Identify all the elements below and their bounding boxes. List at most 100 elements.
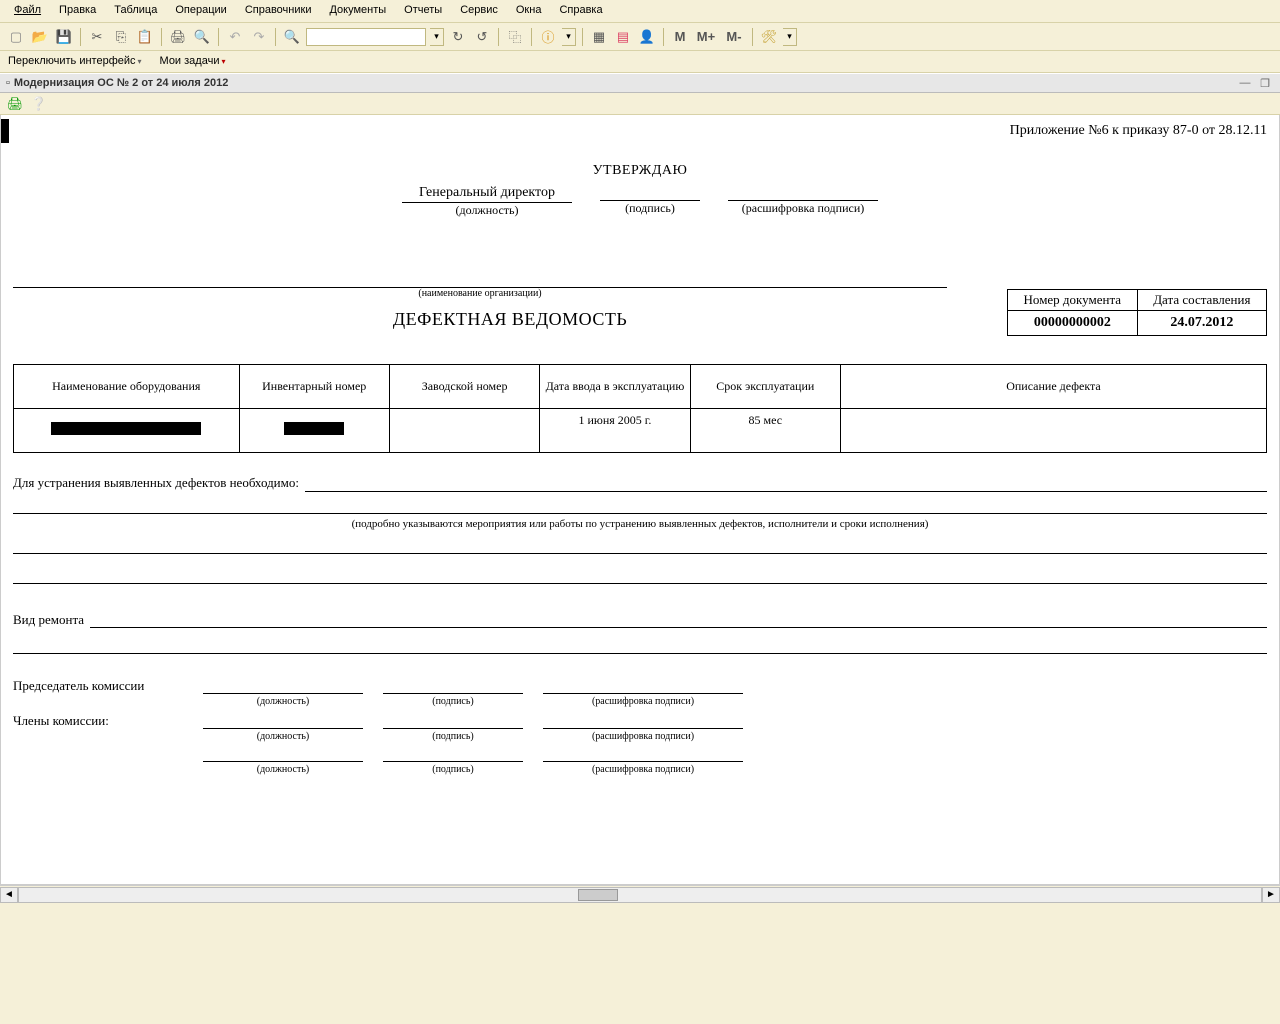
preview-icon[interactable]: 🔍 <box>192 27 212 47</box>
search-dropdown[interactable]: ▾ <box>430 28 444 46</box>
repair-fill-2 <box>13 638 1267 654</box>
th-term: Срок эксплуатации <box>690 365 840 409</box>
menu-refs[interactable]: Справочники <box>241 2 316 18</box>
cell-commiss: 1 июня 2005 г. <box>540 409 690 453</box>
member2-pos-caption: (должность) <box>203 764 363 775</box>
refresh-all-icon[interactable]: ↺ <box>472 27 492 47</box>
paste-icon[interactable]: 📋 <box>135 27 155 47</box>
member1-name-caption: (расшифровка подписи) <box>543 731 743 742</box>
signature-caption: (подпись) <box>625 201 675 216</box>
elim-fill-1 <box>305 478 1267 492</box>
repair-label: Вид ремонта <box>13 612 84 628</box>
scroll-left-icon[interactable]: ◄ <box>0 887 18 903</box>
th-commiss: Дата ввода в эксплуатацию <box>540 365 690 409</box>
restore-button[interactable]: ❐ <box>1256 77 1274 90</box>
mem-m[interactable]: M <box>670 27 690 47</box>
new-icon[interactable]: ▢ <box>6 27 26 47</box>
member2-name-slot <box>543 748 743 762</box>
sub-toolbar: Переключить интерфейс▾ Мои задачи▾ <box>0 51 1280 73</box>
menu-help[interactable]: Справка <box>555 2 606 18</box>
cell-name <box>14 409 240 453</box>
elim-fill-3 <box>13 538 1267 554</box>
redacted-inv <box>284 422 344 435</box>
undo-icon[interactable]: ↶ <box>225 27 245 47</box>
info-icon[interactable]: ⓘ <box>538 27 558 47</box>
th-defect: Описание дефекта <box>840 365 1266 409</box>
chairman-name-slot <box>543 680 743 694</box>
cell-defect <box>840 409 1266 453</box>
refresh-icon[interactable]: ↻ <box>448 27 468 47</box>
print-doc-icon[interactable]: 🖨 <box>6 96 24 112</box>
print-icon[interactable]: 🖨 <box>168 27 188 47</box>
member1-name-slot <box>543 715 743 729</box>
document-title-bar: ▫ Модернизация ОС № 2 от 24 июля 2012 — … <box>0 73 1280 93</box>
menu-edit[interactable]: Правка <box>55 2 100 18</box>
chairman-name-caption: (расшифровка подписи) <box>543 696 743 707</box>
appendix-note: Приложение №6 к приказу 87-0 от 28.12.11 <box>13 123 1267 139</box>
doc-icon: ▫ <box>6 77 10 89</box>
menu-table[interactable]: Таблица <box>110 2 161 18</box>
document-canvas: Приложение №6 к приказу 87-0 от 28.12.11… <box>0 115 1280 885</box>
redo-icon[interactable]: ↷ <box>249 27 269 47</box>
doc-meta-table: Номер документа Дата составления 0000000… <box>1007 289 1267 336</box>
main-menu-bar: Файл Правка Таблица Операции Справочники… <box>0 0 1280 23</box>
member2-sig-slot <box>383 748 523 762</box>
save-icon[interactable]: 💾 <box>54 27 74 47</box>
scroll-track[interactable] <box>18 887 1262 903</box>
horizontal-scrollbar[interactable]: ◄ ► <box>0 885 1280 903</box>
menu-file[interactable]: Файл <box>10 2 45 18</box>
member2-pos-slot <box>203 748 363 762</box>
meta-date-value: 24.07.2012 <box>1137 311 1266 336</box>
redacted-name <box>51 422 201 435</box>
chairman-sig-slot <box>383 680 523 694</box>
members-label: Члены комиссии: <box>13 713 183 729</box>
calc-icon[interactable]: ▤ <box>613 27 633 47</box>
doc-title: Модернизация ОС № 2 от 24 июля 2012 <box>14 77 228 89</box>
minimize-button[interactable]: — <box>1236 77 1254 89</box>
cell-inv <box>239 409 389 453</box>
cell-factory <box>389 409 539 453</box>
calendar-icon[interactable]: ▦ <box>589 27 609 47</box>
menu-operations[interactable]: Операции <box>171 2 230 18</box>
name-caption: (расшифровка подписи) <box>742 201 865 216</box>
chairman-label: Председатель комиссии <box>13 678 183 694</box>
tools-icon[interactable]: 🛠 <box>759 27 779 47</box>
table-row: 1 июня 2005 г. 85 мес <box>14 409 1267 453</box>
meta-date-label: Дата составления <box>1137 290 1266 311</box>
tools-dropdown[interactable]: ▾ <box>783 28 797 46</box>
scroll-right-icon[interactable]: ► <box>1262 887 1280 903</box>
member1-pos-slot <box>203 715 363 729</box>
th-factory: Заводской номер <box>389 365 539 409</box>
elim-fill-2 <box>13 498 1267 514</box>
chairman-pos-caption: (должность) <box>203 696 363 707</box>
menu-windows[interactable]: Окна <box>512 2 546 18</box>
th-name: Наименование оборудования <box>14 365 240 409</box>
open-icon[interactable]: 📂 <box>30 27 50 47</box>
switch-interface-button[interactable]: Переключить интерфейс▾ <box>8 55 142 67</box>
cut-icon[interactable]: ✂ <box>87 27 107 47</box>
copy-icon[interactable]: ⎘ <box>111 27 131 47</box>
user-icon[interactable]: 👤 <box>637 27 657 47</box>
my-tasks-button[interactable]: Мои задачи▾ <box>160 55 226 67</box>
mem-mplus[interactable]: M+ <box>694 27 718 47</box>
find-icon[interactable]: 🔍 <box>282 27 302 47</box>
mem-mminus[interactable]: M- <box>722 27 746 47</box>
meta-num-label: Номер документа <box>1008 290 1138 311</box>
menu-service[interactable]: Сервис <box>456 2 502 18</box>
defect-table: Наименование оборудования Инвентарный но… <box>13 364 1267 453</box>
help-icon[interactable]: ❔ <box>30 96 48 112</box>
approve-heading: УТВЕРЖДАЮ <box>13 163 1267 179</box>
member2-sig-caption: (подпись) <box>383 764 523 775</box>
info-dropdown[interactable]: ▾ <box>562 28 576 46</box>
elim-hint: (подробно указываются мероприятия или ра… <box>13 518 1267 530</box>
copy-docs-icon[interactable]: ⿻ <box>505 27 525 47</box>
menu-docs[interactable]: Документы <box>325 2 390 18</box>
signature-slot <box>600 185 700 201</box>
search-input[interactable] <box>306 28 426 46</box>
repair-fill <box>90 614 1267 628</box>
meta-num-value: 00000000002 <box>1008 311 1138 336</box>
chairman-pos-slot <box>203 680 363 694</box>
member2-name-caption: (расшифровка подписи) <box>543 764 743 775</box>
scroll-thumb[interactable] <box>578 889 618 901</box>
menu-reports[interactable]: Отчеты <box>400 2 446 18</box>
